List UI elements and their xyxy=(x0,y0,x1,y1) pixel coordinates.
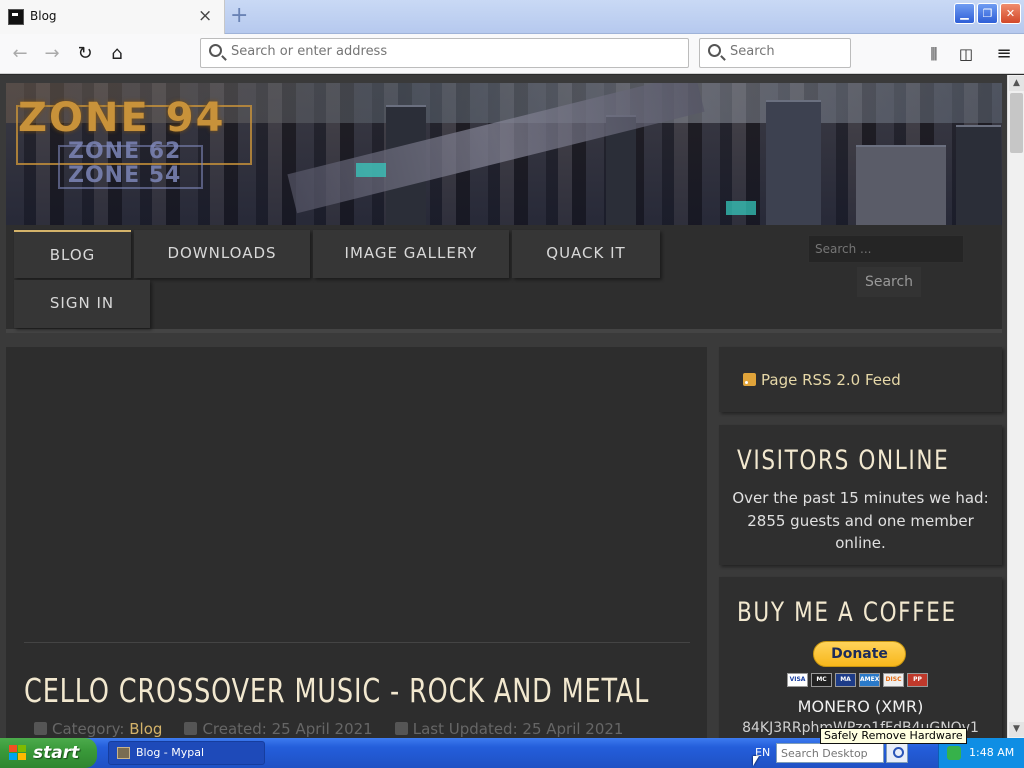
folder-icon xyxy=(34,722,47,735)
banner-light xyxy=(356,163,386,177)
sidebar-icon[interactable]: ◫ xyxy=(954,42,978,66)
article-meta: Category: Blog Created: 25 April 2021 La… xyxy=(34,720,623,738)
scroll-thumb[interactable] xyxy=(1010,93,1023,153)
tab-title: Blog xyxy=(30,9,57,23)
calendar-icon xyxy=(394,722,408,735)
window-controls: ▁ ❐ ✕ xyxy=(954,3,1021,24)
reload-icon[interactable]: ↻ xyxy=(73,42,97,66)
navigation-toolbar: ← → ↻ ⌂ ⫼ ◫ ≡ xyxy=(0,34,1024,74)
menu-item-quack-it[interactable]: QUACK IT xyxy=(512,230,660,278)
article-updated: Last Updated: 25 April 2021 xyxy=(394,720,624,738)
widget-title: VISITORS ONLINE xyxy=(737,445,950,476)
banner-light xyxy=(726,201,756,215)
vertical-scrollbar[interactable]: ▲ ▼ xyxy=(1007,75,1024,738)
taskbar-item-browser[interactable]: Blog - Mypal xyxy=(108,741,265,765)
start-label: start xyxy=(33,743,80,763)
card-icon: PP xyxy=(907,673,928,687)
scroll-up-icon[interactable]: ▲ xyxy=(1009,76,1024,91)
library-icon[interactable]: ⫼ xyxy=(922,42,946,66)
banner-building xyxy=(956,125,1001,225)
discover-icon: DISC xyxy=(883,673,904,687)
monero-label: MONERO (XMR) xyxy=(797,697,924,716)
site-search-button[interactable]: Search xyxy=(857,267,921,297)
article-category: Category: Blog xyxy=(34,720,162,738)
visitors-widget: VISITORS ONLINE Over the past 15 minutes… xyxy=(719,425,1002,565)
mastercard-icon: MC xyxy=(811,673,832,687)
windows-logo-icon xyxy=(9,745,27,761)
page-viewport: ZONE 94 ZONE 62 ZONE 54 BLOG DOWNLOADS I… xyxy=(0,75,1007,738)
calendar-icon xyxy=(184,722,198,735)
rss-feed-link[interactable]: Page RSS 2.0 Feed xyxy=(743,371,901,389)
main-menu: BLOG DOWNLOADS IMAGE GALLERY QUACK IT SI… xyxy=(6,225,1002,333)
tray-tooltip: Safely Remove Hardware xyxy=(820,728,967,744)
logo-subtitle: ZONE 62 xyxy=(68,139,182,164)
payment-cards: VISA MC MA AMEX DISC PP xyxy=(787,673,928,687)
mouse-cursor-icon xyxy=(753,756,759,766)
address-bar[interactable] xyxy=(200,38,689,68)
menu-item-blog[interactable]: BLOG xyxy=(14,230,131,278)
menu-item-sign-in[interactable]: SIGN IN xyxy=(14,280,150,328)
banner-building xyxy=(766,100,821,225)
menu-item-downloads[interactable]: DOWNLOADS xyxy=(134,230,310,278)
site-logo[interactable]: ZONE 94 xyxy=(18,95,225,141)
created-date: Created: 25 April 2021 xyxy=(202,720,373,738)
desktop-search-input[interactable] xyxy=(776,743,884,763)
address-input[interactable] xyxy=(231,44,651,59)
favicon-icon xyxy=(8,9,24,25)
menu-item-image-gallery[interactable]: IMAGE GALLERY xyxy=(313,230,509,278)
restore-button[interactable]: ❐ xyxy=(977,3,998,24)
maestro-icon: MA xyxy=(835,673,856,687)
app-icon xyxy=(117,747,130,759)
search-icon xyxy=(209,44,222,57)
donate-button[interactable]: Donate xyxy=(813,641,906,667)
tab-bar: Blog × + ▁ ❐ ✕ xyxy=(0,0,1024,34)
search-input[interactable] xyxy=(730,44,840,59)
task-label: Blog - Mypal xyxy=(136,746,205,759)
rss-icon xyxy=(743,373,756,386)
forward-icon[interactable]: → xyxy=(40,42,64,66)
blog-article: CELLO CROSSOVER MUSIC - ROCK AND METAL C… xyxy=(6,347,707,738)
banner-building xyxy=(856,145,946,225)
visitors-text: Over the past 15 minutes we had: 2855 gu… xyxy=(732,489,989,552)
search-bar[interactable] xyxy=(699,38,851,68)
tab-close-icon[interactable]: × xyxy=(198,6,212,26)
site-banner[interactable]: ZONE 94 ZONE 62 ZONE 54 xyxy=(6,83,1002,225)
coffee-widget: BUY ME A COFFEE Donate VISA MC MA AMEX D… xyxy=(719,577,1002,738)
visa-icon: VISA xyxy=(787,673,808,687)
widget-title: BUY ME A COFFEE xyxy=(737,597,957,628)
amex-icon: AMEX xyxy=(859,673,880,687)
site-search-input[interactable] xyxy=(808,235,964,263)
search-icon xyxy=(708,44,721,57)
divider xyxy=(24,642,690,643)
home-icon[interactable]: ⌂ xyxy=(105,42,129,66)
new-tab-button[interactable]: + xyxy=(230,3,248,29)
updated-date: Last Updated: 25 April 2021 xyxy=(412,720,624,738)
minimize-button[interactable]: ▁ xyxy=(954,3,975,24)
logo-subtitle: ZONE 54 xyxy=(68,163,182,188)
scroll-down-icon[interactable]: ▼ xyxy=(1009,722,1024,737)
desktop-search-button[interactable] xyxy=(886,743,908,763)
tab-blog[interactable]: Blog × xyxy=(0,0,225,34)
clock: 1:48 AM xyxy=(969,746,1015,759)
category-link[interactable]: Blog xyxy=(129,720,162,738)
article-created: Created: 25 April 2021 xyxy=(184,720,373,738)
article-title[interactable]: CELLO CROSSOVER MUSIC - ROCK AND METAL xyxy=(24,671,649,710)
menu-icon[interactable]: ≡ xyxy=(992,42,1016,66)
category-label: Category: xyxy=(52,720,125,738)
start-button[interactable]: start xyxy=(0,738,97,768)
rss-widget: Page RSS 2.0 Feed xyxy=(719,347,1002,412)
rss-label: Page RSS 2.0 Feed xyxy=(761,371,901,389)
safely-remove-hardware-icon[interactable] xyxy=(947,746,961,760)
close-button[interactable]: ✕ xyxy=(1000,3,1021,24)
back-icon[interactable]: ← xyxy=(8,42,32,66)
